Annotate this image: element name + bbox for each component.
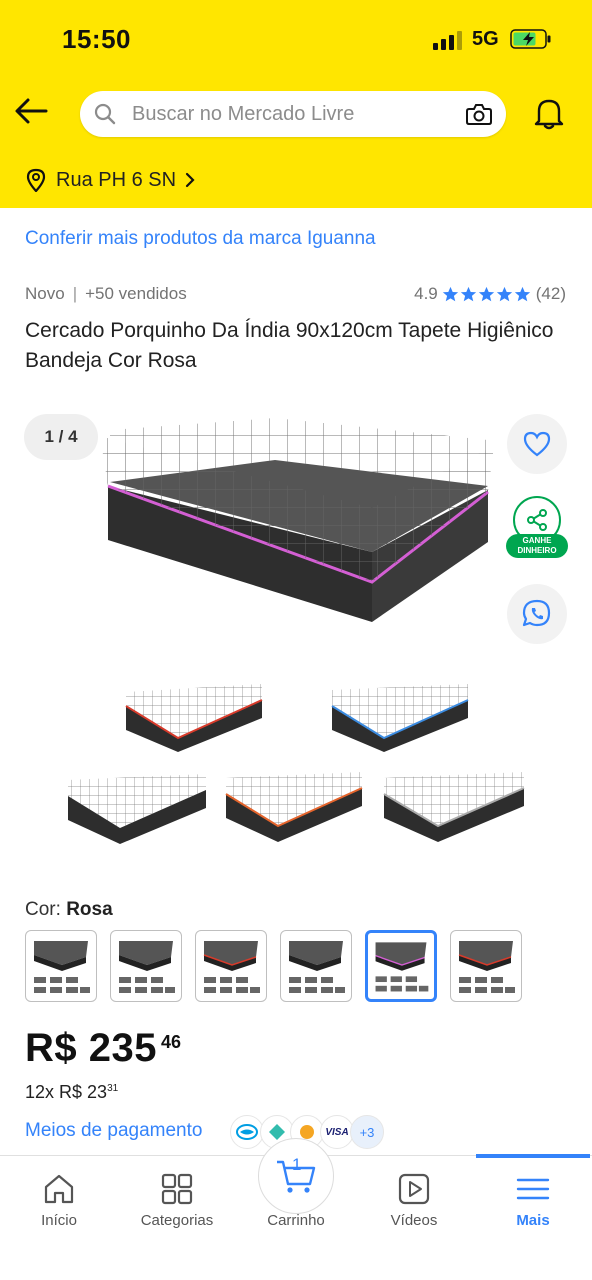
nav-label: Mais bbox=[516, 1212, 550, 1229]
star-icon bbox=[460, 286, 476, 301]
whatsapp-share-button[interactable] bbox=[507, 584, 567, 644]
collage-pen-orange bbox=[225, 772, 363, 842]
rating-value: 4.9 bbox=[414, 284, 438, 303]
collage-pen-red bbox=[125, 684, 263, 752]
swatch-thumbnail bbox=[289, 941, 345, 993]
condition-label: Novo bbox=[25, 284, 65, 303]
back-arrow-icon[interactable] bbox=[14, 96, 48, 126]
nav-label: Categorias bbox=[140, 1212, 214, 1229]
camera-icon[interactable] bbox=[466, 102, 492, 126]
product-gallery[interactable]: 1 / 4 GANHE DINHEIRO bbox=[0, 400, 592, 870]
installments: 12x R$ 2331 bbox=[25, 1082, 118, 1103]
app-header: 15:50 5G Rua PH 6 SN bbox=[0, 0, 592, 208]
status-time: 15:50 bbox=[62, 24, 131, 54]
nav-inicio[interactable]: Início bbox=[0, 1156, 118, 1246]
color-swatch-selected[interactable] bbox=[365, 930, 437, 1002]
star-icon bbox=[496, 286, 512, 301]
price-cents: 46 bbox=[160, 1032, 182, 1052]
collage-pen-gray bbox=[383, 772, 525, 842]
brand-products-link[interactable]: Conferir mais produtos da marca Iguanna bbox=[25, 228, 376, 250]
review-count: (42) bbox=[535, 284, 566, 303]
favorite-button[interactable] bbox=[507, 414, 567, 474]
chevron-right-icon bbox=[185, 172, 195, 188]
swatch-thumbnail bbox=[203, 941, 260, 993]
visa-icon: VISA bbox=[320, 1115, 354, 1149]
color-swatch[interactable] bbox=[25, 930, 97, 1002]
nav-mais[interactable]: Mais bbox=[474, 1156, 592, 1246]
product-title: Cercado Porquinho Da Índia 90x120cm Tape… bbox=[25, 319, 554, 372]
color-label: Cor: Rosa bbox=[25, 899, 113, 921]
price-main: R$ 235 bbox=[25, 1026, 157, 1070]
bottom-navigation: Início Categorias 1 Carrinho Vídeos Mais bbox=[0, 1138, 592, 1280]
star-icon bbox=[478, 286, 494, 301]
home-icon bbox=[44, 1174, 74, 1204]
nav-label: Vídeos bbox=[390, 1212, 438, 1229]
share-icon bbox=[527, 509, 547, 531]
badge-line-1: GANHE bbox=[522, 536, 552, 545]
product-meta: Novo | +50 vendidos bbox=[25, 284, 187, 304]
price: R$ 235 46 bbox=[25, 1026, 181, 1071]
search-input[interactable] bbox=[132, 99, 452, 129]
delivery-address[interactable]: Rua PH 6 SN bbox=[26, 166, 196, 194]
color-swatches bbox=[25, 930, 522, 1002]
more-payment-methods: +3 bbox=[350, 1115, 384, 1149]
sold-count: +50 vendidos bbox=[85, 284, 187, 303]
collage-pen-blue bbox=[331, 684, 469, 752]
search-bar[interactable] bbox=[80, 91, 506, 137]
whatsapp-icon bbox=[522, 599, 551, 627]
collage-pen-black bbox=[68, 774, 206, 844]
location-pin-icon bbox=[26, 168, 46, 192]
color-swatch[interactable] bbox=[280, 930, 352, 1002]
nav-label: Início bbox=[41, 1212, 77, 1229]
mercado-pago-icon bbox=[230, 1115, 264, 1149]
star-icon bbox=[514, 286, 530, 301]
search-icon bbox=[94, 103, 116, 125]
color-label-text: Cor: bbox=[25, 899, 61, 920]
star-icon bbox=[442, 286, 458, 301]
color-swatch[interactable] bbox=[195, 930, 267, 1002]
swatch-thumbnail bbox=[119, 941, 175, 993]
swatch-thumbnail bbox=[34, 941, 90, 993]
heart-icon bbox=[523, 431, 551, 457]
nav-categorias[interactable]: Categorias bbox=[118, 1156, 236, 1246]
signal-icon bbox=[433, 31, 462, 50]
menu-hamburger-icon bbox=[516, 1178, 550, 1200]
address-text: Rua PH 6 SN bbox=[56, 168, 177, 191]
categories-grid-icon bbox=[161, 1173, 193, 1205]
installments-text: 12x R$ 23 bbox=[25, 1082, 108, 1102]
notifications-bell-icon[interactable] bbox=[533, 96, 565, 130]
payment-methods-link[interactable]: Meios de pagamento bbox=[25, 1120, 202, 1142]
share-earn-button[interactable]: GANHE DINHEIRO bbox=[506, 496, 568, 562]
installments-cents: 31 bbox=[107, 1083, 119, 1094]
video-play-icon bbox=[398, 1173, 430, 1205]
color-value: Rosa bbox=[66, 899, 113, 920]
swatch-thumbnail bbox=[375, 942, 429, 992]
nav-label: Carrinho bbox=[267, 1212, 325, 1229]
rating-stars bbox=[442, 286, 532, 303]
earn-money-badge: GANHE DINHEIRO bbox=[506, 534, 568, 558]
rating-summary[interactable]: 4.9 (42) bbox=[414, 284, 566, 304]
badge-line-2: DINHEIRO bbox=[517, 546, 557, 555]
product-main-image[interactable] bbox=[0, 400, 592, 870]
color-swatch[interactable] bbox=[450, 930, 522, 1002]
meta-separator: | bbox=[72, 284, 78, 303]
battery-charging-icon bbox=[510, 29, 551, 49]
color-swatch[interactable] bbox=[110, 930, 182, 1002]
nav-videos[interactable]: Vídeos bbox=[355, 1156, 473, 1246]
swatch-thumbnail bbox=[458, 941, 515, 993]
nav-carrinho[interactable]: Carrinho bbox=[237, 1156, 355, 1246]
network-label: 5G bbox=[472, 28, 499, 50]
